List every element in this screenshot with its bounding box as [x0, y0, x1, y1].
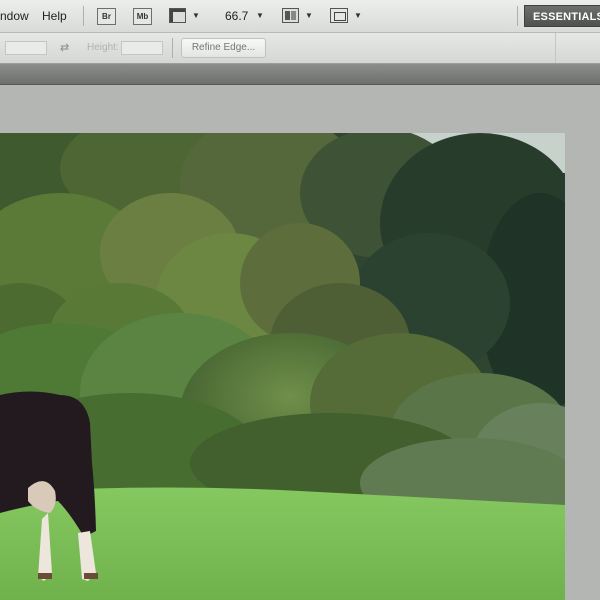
tool-options-bar: ⇄ Height: [0, 33, 600, 64]
screen-mode-icon[interactable] [330, 8, 348, 23]
application-menubar: ndow Help Br Mb ▼ 66.7 ▼ ▼ ▼ ESSENTIALS [0, 0, 600, 33]
zoom-level[interactable]: 66.7 [225, 9, 248, 23]
workspace-divider [517, 6, 518, 26]
height-field[interactable] [121, 41, 163, 55]
arrange-documents-icon[interactable] [282, 8, 299, 23]
workspace-essentials-button[interactable]: ESSENTIALS [524, 5, 600, 27]
view-extras-icon[interactable] [169, 8, 186, 23]
photo-canvas[interactable] [0, 133, 565, 600]
chevron-down-icon[interactable]: ▼ [192, 11, 200, 20]
refine-edge-button[interactable]: Refine Edge... [181, 38, 266, 58]
options-edge-divider [555, 33, 556, 63]
chevron-down-icon[interactable]: ▼ [305, 11, 313, 20]
menu-window[interactable]: ndow [0, 9, 29, 23]
swap-dimensions-icon[interactable]: ⇄ [60, 41, 69, 54]
bridge-button[interactable]: Br [97, 8, 116, 25]
menu-divider [83, 6, 84, 26]
menu-help[interactable]: Help [42, 9, 67, 23]
document-tab-strip [0, 64, 600, 85]
chevron-down-icon[interactable]: ▼ [354, 11, 362, 20]
chevron-down-icon[interactable]: ▼ [256, 11, 264, 20]
options-divider [172, 38, 173, 58]
mini-bridge-button[interactable]: Mb [133, 8, 152, 25]
height-label: Height: [87, 42, 119, 53]
width-field[interactable] [5, 41, 47, 55]
